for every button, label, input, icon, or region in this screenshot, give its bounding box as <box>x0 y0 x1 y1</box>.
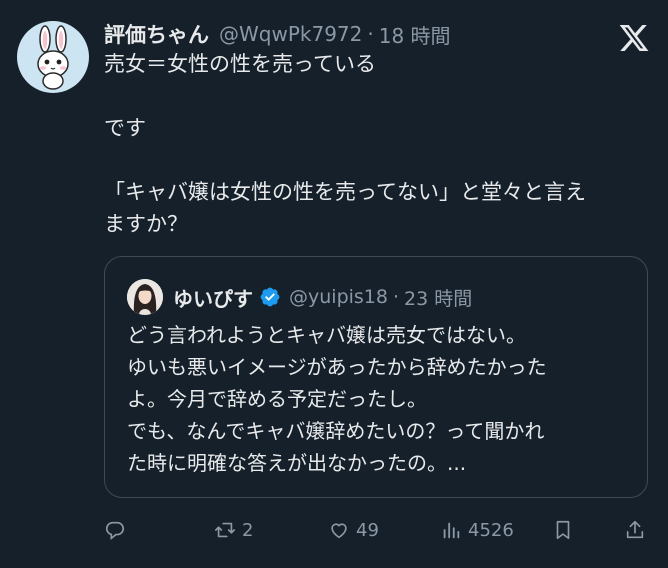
retweet-count: 2 <box>242 519 254 541</box>
reply-icon <box>105 521 125 540</box>
bookmark-button[interactable] <box>552 510 574 550</box>
quoted-author-handle[interactable]: @yuipis18 <box>289 286 388 308</box>
views-count: 4526 <box>468 519 514 541</box>
separator-dot: · <box>392 286 400 308</box>
quoted-text-line: ゆいも悪いイメージがあったから辞めたかった <box>127 355 547 379</box>
heart-icon <box>331 523 347 539</box>
views-button[interactable]: 4526 <box>440 510 514 550</box>
quoted-tweet[interactable]: ゆいぴす @yuipis18 · 23 時間 どう言われようとキャバ嬢は売女では… <box>104 256 648 498</box>
separator-dot: · <box>367 22 374 46</box>
quoted-author-avatar[interactable] <box>127 279 163 315</box>
reply-button[interactable] <box>104 510 132 550</box>
quoted-tweet-time[interactable]: 23 時間 <box>404 284 472 311</box>
share-button[interactable] <box>624 510 646 550</box>
quoted-tweet-header: ゆいぴす @yuipis18 · 23 時間 <box>173 279 472 315</box>
bookmark-icon <box>556 520 570 540</box>
retweet-button[interactable]: 2 <box>214 510 253 550</box>
tweet-action-bar: 2 49 4526 <box>104 510 648 550</box>
tweet-text-line: です <box>104 116 146 140</box>
tweet-text-line: 「キャバ嬢は女性の性を売ってない」と堂々と言え <box>104 180 586 204</box>
verified-badge-icon <box>260 287 280 307</box>
like-button[interactable]: 49 <box>328 510 379 550</box>
author-handle[interactable]: @WqwPk7972 <box>219 22 362 46</box>
quoted-text-line: た時に明確な答えが出なかったの。... <box>127 451 467 475</box>
author-avatar[interactable] <box>17 21 89 93</box>
quoted-tweet-text: どう言われようとキャバ嬢は売女ではない。 ゆいも悪いイメージがあったから辞めたか… <box>127 319 637 479</box>
rabbit-avatar-image <box>37 25 69 90</box>
quoted-text-line: よ。今月で辞める予定だったし。 <box>127 387 427 411</box>
tweet-text-line: 売女＝女性の性を売っている <box>104 52 376 76</box>
retweet-icon <box>215 522 235 538</box>
quoted-author-name[interactable]: ゆいぴす <box>173 283 253 312</box>
views-icon <box>443 522 460 539</box>
tweet-text-line: ますか？ <box>104 212 188 236</box>
quoted-text-line: でも、なんでキャバ嬢辞めたいの？って聞かれ <box>127 419 545 443</box>
like-count: 49 <box>356 519 379 541</box>
share-icon <box>626 520 644 539</box>
tweet-header: 評価ちゃん @WqwPk7972 · 18 時間 <box>104 18 451 50</box>
quoted-text-line: どう言われようとキャバ嬢は売女ではない。 <box>127 323 526 347</box>
author-name[interactable]: 評価ちゃん <box>104 19 209 49</box>
tweet-time[interactable]: 18 時間 <box>379 20 451 49</box>
